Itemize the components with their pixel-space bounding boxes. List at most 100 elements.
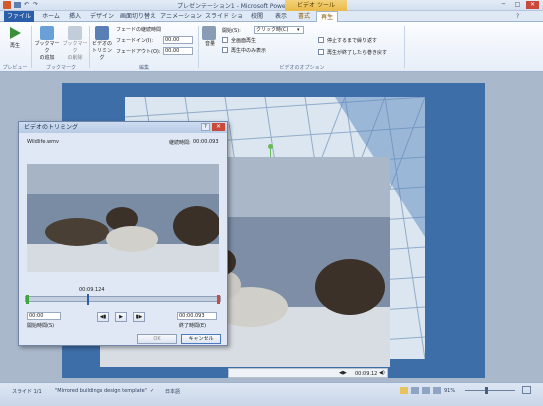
zoom-slider-thumb[interactable]	[485, 387, 488, 394]
fade-duration-title: フェードの継続時間	[116, 27, 162, 33]
help-icon[interactable]: ?	[516, 13, 519, 20]
end-time-input[interactable]: 00:00.093	[177, 312, 217, 320]
dialog-help-button[interactable]: ?	[201, 123, 210, 131]
next-frame-icon: ▮▶	[135, 314, 143, 320]
group-bookmarks-label: ブックマーク	[45, 65, 76, 71]
zoom-slider[interactable]	[465, 390, 515, 391]
separator	[89, 26, 90, 68]
end-time-label: 終了時間(E)	[179, 323, 207, 329]
tab-transitions[interactable]: 画面切り替え	[118, 11, 158, 22]
tab-animations[interactable]: アニメーション	[160, 11, 202, 22]
seals-preview-image	[27, 164, 219, 272]
separator	[404, 26, 405, 68]
rewind-checkbox[interactable]	[318, 49, 324, 55]
hide-when-not-playing-label: 再生中のみ表示	[231, 48, 267, 54]
close-button[interactable]: ✕	[526, 1, 539, 9]
volume-icon[interactable]: ◀)	[379, 370, 385, 376]
trim-video-icon	[95, 26, 109, 40]
separator	[198, 26, 199, 68]
trim-video-label: ビデオの トリミング	[91, 41, 112, 61]
play-button[interactable]: ▶	[115, 312, 127, 322]
playhead-marker[interactable]	[87, 294, 89, 305]
maximize-button[interactable]: □	[511, 1, 524, 9]
redo-icon[interactable]: ↷	[33, 1, 38, 8]
start-label: 開始(S):	[222, 28, 241, 34]
minimize-button[interactable]: ─	[497, 1, 510, 9]
play-icon[interactable]: ◀▶	[339, 370, 347, 376]
add-bookmark-button[interactable]: ブックマーク の追加	[34, 26, 60, 61]
next-frame-button[interactable]: ▮▶	[133, 312, 145, 322]
tab-playback[interactable]: 再生	[316, 11, 338, 22]
rewind-label: 再生が終了したら巻き戻す	[327, 50, 388, 56]
play-icon: ▶	[119, 314, 123, 320]
fade-in-input[interactable]: 00.00	[163, 36, 193, 44]
volume-label: 音量	[204, 41, 215, 47]
language-indicator[interactable]: 日本語	[165, 388, 180, 395]
fade-out-input[interactable]: 00.00	[163, 47, 193, 55]
volume-icon	[202, 26, 216, 40]
ribbon-tabs: ファイル ホーム 挿入 デザイン 画面切り替え アニメーション スライド ショー…	[0, 11, 543, 31]
volume-button[interactable]: 音量	[202, 26, 218, 47]
undo-icon[interactable]: ↶	[24, 1, 29, 8]
slide-video-controls[interactable]: ◀▶ 00:09.12 ◀)	[228, 368, 388, 378]
start-time-label: 開始時間(S)	[27, 323, 55, 329]
remove-bookmark-button[interactable]: ブックマーク の削除	[62, 26, 88, 61]
tab-format[interactable]: 書式	[294, 11, 314, 22]
slide-counter: スライド 1/1	[12, 389, 42, 395]
play-label: 再生	[9, 43, 20, 49]
tab-insert[interactable]: 挿入	[64, 11, 86, 22]
status-bar: スライド 1/1 "Mirrored buildings design temp…	[0, 382, 543, 406]
ribbon: 再生 プレビュー ブックマーク の追加 ブックマーク の削除 ブックマーク ビデ…	[0, 22, 543, 72]
powerpoint-logo-icon	[3, 1, 11, 9]
duration-label: 継続時間:	[169, 140, 191, 146]
add-bookmark-icon	[40, 26, 54, 40]
fade-in-label: フェードイン(I):	[116, 38, 154, 44]
group-preview-label: プレビュー	[2, 65, 28, 71]
normal-view-icon[interactable]	[400, 387, 408, 394]
spellcheck-icon[interactable]: ✓	[150, 388, 154, 394]
tab-home[interactable]: ホーム	[40, 11, 62, 22]
separator	[31, 26, 32, 68]
dialog-title: ビデオのトリミング	[19, 122, 227, 133]
trim-timeline[interactable]	[25, 294, 221, 305]
theme-name: "Mirrored buildings design template"	[55, 388, 148, 394]
group-editing-label: 編集	[138, 65, 149, 71]
video-filename: Wildlife.wmv	[27, 139, 59, 145]
tab-review[interactable]: 校閲	[246, 11, 268, 22]
save-icon[interactable]	[14, 2, 21, 8]
reading-view-icon[interactable]	[422, 387, 430, 394]
ok-button[interactable]: OK	[137, 334, 177, 344]
tab-file[interactable]: ファイル	[4, 11, 34, 22]
hide-when-not-playing-checkbox[interactable]	[222, 47, 228, 53]
dialog-video-preview	[27, 164, 219, 272]
tab-design[interactable]: デザイン	[88, 11, 116, 22]
dialog-close-button[interactable]: ✕	[212, 123, 225, 131]
tab-slideshow[interactable]: スライド ショー	[204, 11, 244, 31]
chevron-down-icon: ▾	[297, 27, 300, 33]
add-bookmark-label: ブックマーク の追加	[34, 41, 60, 61]
start-trim-handle[interactable]	[26, 295, 29, 304]
start-time-input[interactable]: 00:00	[27, 312, 61, 320]
remove-bookmark-icon	[68, 26, 82, 40]
slideshow-view-icon[interactable]	[433, 387, 441, 394]
fade-out-label: フェードアウト(O):	[116, 49, 161, 55]
tab-view[interactable]: 表示	[270, 11, 292, 22]
fit-to-window-icon[interactable]	[522, 386, 531, 394]
loop-label: 停止するまで繰り返す	[327, 38, 378, 44]
group-video-options-label: ビデオのオプション	[279, 65, 325, 71]
slide-video-time: 00:09.12	[355, 371, 378, 377]
slide-sorter-icon[interactable]	[411, 387, 419, 394]
video-tools-context-title: ビデオ ツール	[285, 0, 347, 11]
duration-value: 00:00.093	[193, 139, 219, 145]
rotation-handle-line	[270, 149, 271, 157]
trim-video-button[interactable]: ビデオの トリミング	[91, 26, 113, 61]
end-trim-handle[interactable]	[217, 295, 220, 304]
cancel-button[interactable]: キャンセル	[181, 334, 221, 344]
previous-frame-icon: ◀▮	[99, 314, 107, 320]
loop-checkbox[interactable]	[318, 37, 324, 43]
fullscreen-checkbox[interactable]	[222, 37, 228, 43]
remove-bookmark-label: ブックマーク の削除	[62, 41, 88, 61]
zoom-level[interactable]: 91%	[444, 388, 455, 394]
play-button[interactable]: 再生	[8, 26, 22, 49]
previous-frame-button[interactable]: ◀▮	[97, 312, 109, 322]
